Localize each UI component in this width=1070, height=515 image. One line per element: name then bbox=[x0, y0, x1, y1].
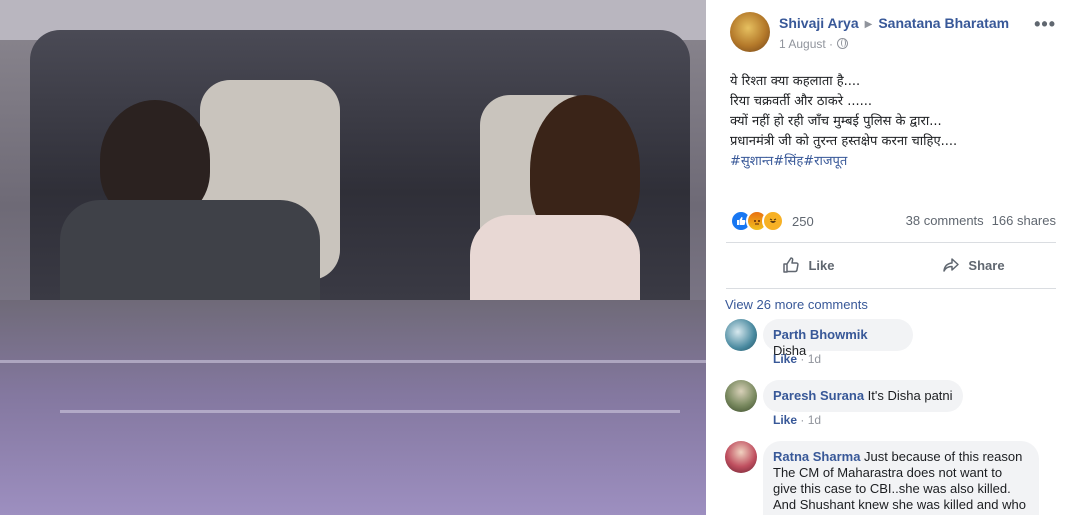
author-name[interactable]: Shivaji Arya bbox=[779, 15, 859, 31]
like-icon bbox=[783, 257, 800, 273]
view-more-comments-link[interactable]: View 26 more comments bbox=[725, 297, 868, 312]
photo-person-right-body bbox=[470, 215, 640, 305]
hood-line bbox=[60, 410, 680, 413]
comment-bubble: Parth Bhowmik Disha bbox=[763, 319, 913, 358]
group-name[interactable]: Sanatana Bharatam bbox=[878, 15, 1009, 31]
post-text-line: रिया चक्रवर्ती और ठाकरे ...... bbox=[730, 94, 872, 109]
car-hood bbox=[0, 300, 706, 515]
comments-count[interactable]: 38 comments bbox=[906, 213, 984, 228]
post-header: Shivaji Arya ▶ Sanatana Bharatam 1 August … bbox=[730, 12, 1060, 54]
comment-time[interactable]: 1d bbox=[808, 352, 821, 366]
shares-count[interactable]: 166 shares bbox=[992, 213, 1056, 228]
share-label: Share bbox=[968, 257, 1005, 273]
haha-reaction-icon bbox=[762, 210, 784, 232]
commenter-name[interactable]: Paresh Surana bbox=[773, 388, 864, 403]
action-bar: Like Share bbox=[726, 248, 1056, 282]
commenter-name[interactable]: Ratna Sharma bbox=[773, 449, 860, 464]
reactions-summary[interactable]: 250 bbox=[730, 210, 814, 232]
post-panel: Shivaji Arya ▶ Sanatana Bharatam 1 August … bbox=[706, 0, 1070, 515]
hood-line bbox=[0, 360, 706, 363]
author-line: Shivaji Arya ▶ Sanatana Bharatam bbox=[779, 15, 1009, 31]
like-button[interactable]: Like bbox=[726, 248, 891, 282]
comment-like-link[interactable]: Like bbox=[773, 352, 797, 366]
more-icon[interactable]: ••• bbox=[1034, 14, 1056, 35]
photo-person-left-body bbox=[60, 200, 320, 300]
comment-item: Parth Bhowmik Disha Like · 1d bbox=[725, 319, 1055, 369]
comment-bubble: Paresh Surana It's Disha patni bbox=[763, 380, 963, 412]
post-meta: 1 August · bbox=[779, 37, 849, 51]
arrow-right-icon: ▶ bbox=[864, 19, 873, 30]
comment-time[interactable]: 1d bbox=[808, 413, 821, 427]
like-label: Like bbox=[808, 257, 835, 273]
post-text: ये रिश्ता क्या कहलाता है.... रिया चक्रवर… bbox=[730, 72, 1050, 172]
post-counts: 38 comments 166 shares bbox=[906, 213, 1056, 228]
post-date[interactable]: 1 August bbox=[779, 37, 826, 51]
commenter-avatar[interactable] bbox=[725, 319, 757, 351]
comment-item: Ratna Sharma Just because of this reason… bbox=[725, 441, 1055, 515]
share-icon bbox=[943, 258, 960, 272]
share-button[interactable]: Share bbox=[891, 248, 1056, 282]
comment-text: It's Disha patni bbox=[867, 388, 953, 403]
comment-like-link[interactable]: Like bbox=[773, 413, 797, 427]
post-photo[interactable] bbox=[0, 0, 706, 515]
hashtag-link[interactable]: #सुशान्त#सिंह#राजपूत bbox=[730, 152, 1050, 172]
commenter-avatar[interactable] bbox=[725, 441, 757, 473]
comment-item: Paresh Surana It's Disha patni Like · 1d bbox=[725, 380, 1055, 430]
post-text-line: क्यों नहीं हो रही जाँच मुम्बई पुलिस के द… bbox=[730, 114, 942, 129]
divider bbox=[726, 242, 1056, 243]
comment-footer: Like · 1d bbox=[773, 352, 822, 366]
comment-bubble: Ratna Sharma Just because of this reason… bbox=[763, 441, 1039, 515]
reaction-count: 250 bbox=[792, 213, 814, 229]
divider bbox=[726, 288, 1056, 289]
globe-icon bbox=[837, 38, 849, 49]
commenter-avatar[interactable] bbox=[725, 380, 757, 412]
post-text-line: प्रधानमंत्री जी को तुरन्त हस्तक्षेप करना… bbox=[730, 134, 958, 149]
author-avatar[interactable] bbox=[730, 12, 770, 52]
post-text-line: ये रिश्ता क्या कहलाता है.... bbox=[730, 74, 861, 89]
comment-footer: Like · 1d bbox=[773, 413, 822, 427]
commenter-name[interactable]: Parth Bhowmik bbox=[773, 327, 868, 342]
